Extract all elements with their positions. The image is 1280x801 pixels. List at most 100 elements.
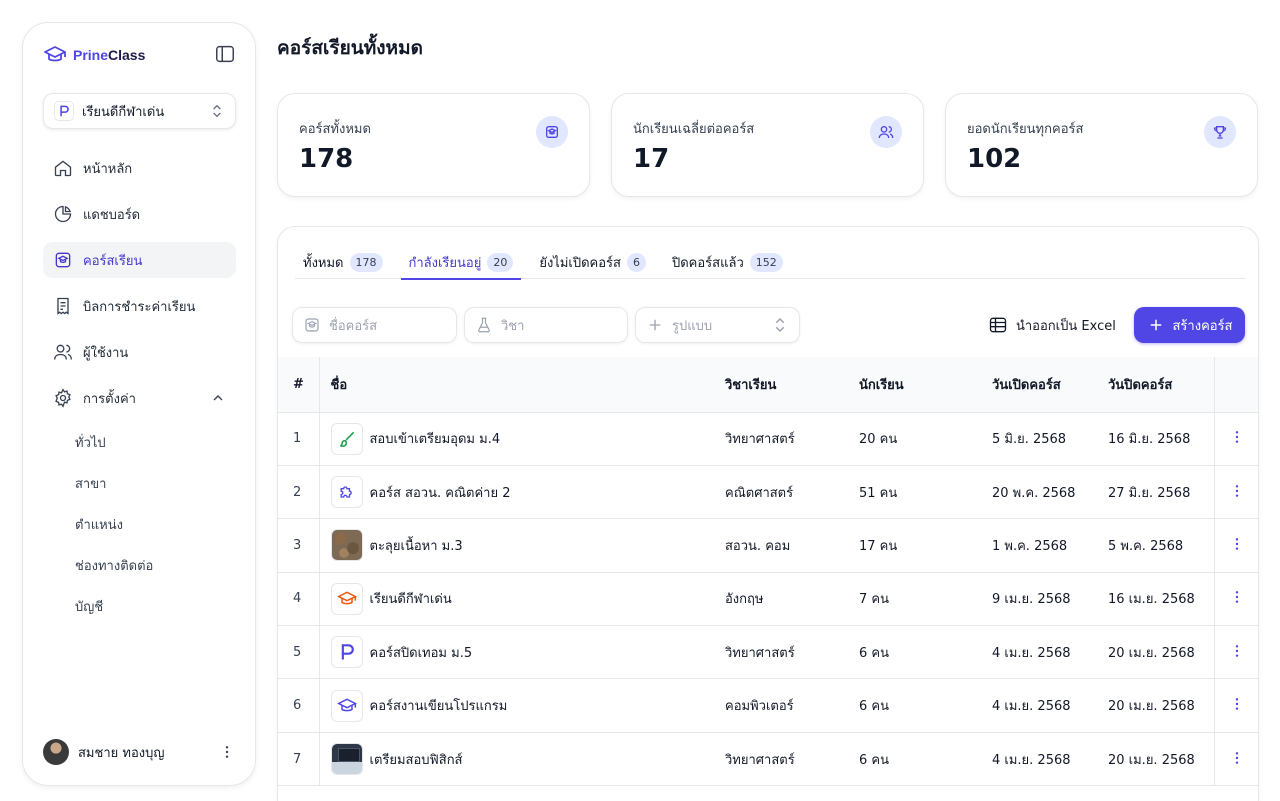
header-open-date[interactable]: วันเปิดคอร์ส bbox=[992, 357, 1108, 413]
count-badge: 152 bbox=[749, 252, 783, 272]
stat-value: 17 bbox=[633, 144, 670, 174]
cell-students: 20 คน bbox=[859, 412, 992, 466]
cell-num: 7 bbox=[278, 732, 320, 787]
row-menu-button[interactable] bbox=[1228, 695, 1246, 713]
cell-students: 6 คน bbox=[859, 732, 992, 787]
row-menu-button[interactable] bbox=[1228, 588, 1246, 606]
chevron-up-down-icon bbox=[775, 317, 785, 333]
cell-students: 6 คน bbox=[859, 625, 992, 680]
cell-name[interactable]: สอบเข้าเตรียมอุดม ม.4 bbox=[319, 412, 725, 466]
tab-label: ปิดคอร์สแล้ว bbox=[671, 255, 744, 271]
header-close-date[interactable]: วันปิดคอร์ส bbox=[1108, 357, 1214, 413]
tab-in-progress[interactable]: กำลังเรียนอยู่ 20 bbox=[400, 245, 522, 280]
cell-actions bbox=[1213, 678, 1258, 733]
p-logo-icon bbox=[330, 636, 363, 669]
course-name-filter[interactable]: ชื่อคอร์ส bbox=[292, 307, 457, 343]
brand-logo[interactable]: PrineClass bbox=[43, 43, 145, 67]
rock-photo bbox=[330, 529, 363, 562]
table-row[interactable]: 2 คอร์ส สอวน. คณิตค่าย 2 คณิตศาสตร์ 51 ค… bbox=[278, 465, 1258, 520]
format-filter[interactable]: รูปแบบ bbox=[635, 307, 800, 343]
settings-submenu: ทั่วไป สาขา ตำแหน่ง ช่องทางติดต่อ บัญชี bbox=[43, 422, 236, 627]
more-vertical-icon bbox=[1236, 484, 1239, 497]
gear-icon bbox=[55, 388, 71, 408]
row-menu-button[interactable] bbox=[1228, 482, 1246, 500]
cell-name[interactable]: ตะลุยเนื้อหา ม.3 bbox=[319, 518, 725, 573]
subject-filter[interactable]: วิชา bbox=[464, 307, 628, 343]
table-row[interactable]: 7 เตรียมสอบฟิสิกส์ วิทยาศาสตร์ 6 คน 4 เม… bbox=[278, 732, 1258, 787]
page-title: คอร์สเรียนทั้งหมด bbox=[277, 37, 423, 59]
cell-name[interactable]: คอร์ส สอวน. คณิตค่าย 2 bbox=[319, 465, 725, 520]
sidebar-item-home[interactable]: หน้าหลัก bbox=[43, 150, 236, 186]
sidebar-item-courses[interactable]: คอร์สเรียน bbox=[43, 242, 236, 278]
sidebar-item-label: คอร์สเรียน bbox=[83, 253, 143, 269]
cell-open-date: 1 พ.ค. 2568 bbox=[992, 518, 1108, 573]
table-row[interactable]: 3 ตะลุยเนื้อหา ม.3 สอวน. คอม 17 คน 1 พ.ค… bbox=[278, 518, 1258, 573]
tab-label: ยังไม่เปิดคอร์ส bbox=[539, 255, 621, 271]
cell-open-date: 20 พ.ค. 2568 bbox=[992, 465, 1108, 520]
chevron-up-icon bbox=[213, 395, 223, 401]
cell-name[interactable]: คอร์สปิดเทอม ม.5 bbox=[319, 625, 725, 680]
sidebar-item-dashboard[interactable]: แดชบอร์ด bbox=[43, 196, 236, 232]
avatar bbox=[43, 739, 69, 765]
cell-name[interactable]: คอร์สงานเขียนโปรแกรม bbox=[319, 678, 725, 733]
tab-all[interactable]: ทั้งหมด 178 bbox=[295, 245, 391, 279]
course-name: เรียนดีกีฬาเด่น bbox=[369, 592, 452, 608]
user-name: สมชาย ทองบุญ bbox=[78, 745, 165, 761]
brush-icon bbox=[330, 422, 363, 455]
cell-students: 6 คน bbox=[859, 678, 992, 733]
header-subject[interactable]: วิชาเรียน bbox=[725, 357, 859, 413]
table-row[interactable]: 6 คอร์สงานเขียนโปรแกรม คอมพิวเตอร์ 6 คน … bbox=[278, 678, 1258, 733]
course-name: คอร์ส สอวน. คณิตค่าย 2 bbox=[369, 485, 511, 501]
row-menu-button[interactable] bbox=[1228, 642, 1246, 660]
header-students[interactable]: นักเรียน bbox=[859, 357, 992, 413]
sidebar-item-users[interactable]: ผู้ใช้งาน bbox=[43, 334, 236, 370]
row-menu-button[interactable] bbox=[1228, 749, 1246, 767]
tab-not-started[interactable]: ยังไม่เปิดคอร์ส 6 bbox=[531, 245, 654, 279]
user-profile[interactable]: สมชาย ทองบุญ bbox=[43, 738, 236, 766]
row-menu-button[interactable] bbox=[1228, 535, 1246, 553]
home-icon bbox=[54, 160, 72, 177]
course-name-placeholder: ชื่อคอร์ส bbox=[329, 318, 378, 334]
sidebar-subitem-account[interactable]: บัญชี bbox=[43, 586, 236, 627]
cell-subject: วิทยาศาสตร์ bbox=[725, 625, 859, 680]
sidebar-item-settings[interactable]: การตั้งค่า bbox=[43, 380, 236, 416]
spreadsheet-icon bbox=[989, 317, 1007, 333]
more-vertical-icon bbox=[1236, 644, 1239, 657]
tab-label: ทั้งหมด bbox=[303, 255, 344, 271]
sidebar-item-billing[interactable]: บิลการชำระค่าเรียน bbox=[43, 288, 236, 324]
row-menu-button[interactable] bbox=[1228, 428, 1246, 446]
cell-open-date: 4 เม.ย. 2568 bbox=[992, 625, 1108, 680]
sidebar-item-label: หน้าหลัก bbox=[83, 161, 133, 177]
cell-actions bbox=[1213, 732, 1258, 787]
sidebar-subitem-general[interactable]: ทั่วไป bbox=[43, 422, 236, 463]
create-course-button[interactable]: สร้างคอร์ส bbox=[1134, 307, 1245, 343]
count-badge: 178 bbox=[349, 252, 383, 272]
sidebar-toggle-button[interactable] bbox=[214, 43, 236, 65]
sidebar-subitem-positions[interactable]: ตำแหน่ง bbox=[43, 504, 236, 545]
export-label: นำออกเป็น Excel bbox=[1016, 318, 1116, 334]
table-row[interactable]: 5 คอร์สปิดเทอม ม.5 วิทยาศาสตร์ 6 คน 4 เม… bbox=[278, 625, 1258, 680]
course-name: ตะลุยเนื้อหา ม.3 bbox=[369, 538, 463, 554]
more-vertical-icon bbox=[1236, 591, 1239, 604]
cell-name[interactable]: เตรียมสอบฟิสิกส์ bbox=[319, 732, 725, 787]
user-menu-button[interactable] bbox=[218, 743, 236, 761]
cell-close-date: 27 มิ.ย. 2568 bbox=[1108, 465, 1214, 520]
stat-card-total-courses: คอร์สทั้งหมด 178 bbox=[277, 93, 590, 197]
sidebar-subitem-contacts[interactable]: ช่องทางติดต่อ bbox=[43, 545, 236, 586]
sidebar-item-label: การตั้งค่า bbox=[83, 391, 136, 407]
cell-actions bbox=[1213, 572, 1258, 627]
cell-name[interactable]: เรียนดีกีฬาเด่น bbox=[319, 572, 725, 627]
course-icon bbox=[536, 116, 568, 148]
tab-closed[interactable]: ปิดคอร์สแล้ว 152 bbox=[664, 245, 791, 279]
sidebar-subitem-branches[interactable]: สาขา bbox=[43, 463, 236, 504]
header-name[interactable]: ชื่อ bbox=[319, 357, 725, 413]
cell-subject: วิทยาศาสตร์ bbox=[725, 412, 859, 466]
export-excel-button[interactable]: นำออกเป็น Excel bbox=[988, 311, 1116, 339]
table-row[interactable]: 4 เรียนดีกีฬาเด่น อังกฤษ 7 คน 9 เม.ย. 25… bbox=[278, 572, 1258, 627]
school-select[interactable]: เรียนดีกีฬาเด่น bbox=[43, 93, 236, 129]
stat-label: คอร์สทั้งหมด bbox=[299, 122, 371, 137]
table-row[interactable]: 1 สอบเข้าเตรียมอุดม ม.4 วิทยาศาสตร์ 20 ค… bbox=[278, 412, 1258, 466]
graduation-cap-icon bbox=[330, 689, 363, 722]
school-logo-icon bbox=[54, 101, 74, 121]
cell-num: 1 bbox=[278, 412, 320, 466]
